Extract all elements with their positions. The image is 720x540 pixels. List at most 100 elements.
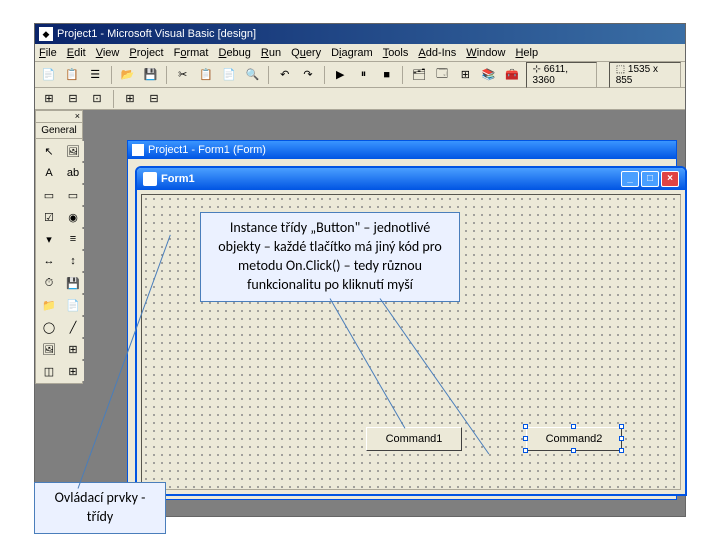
drivelistbox-tool[interactable]: 💾: [62, 273, 84, 293]
toolbox: × General ↖ 🖼 A ab ▭ ▭ ☑ ◉ ▾ ≡ ↔ ↕ ⏱ 💾 📁…: [35, 110, 83, 384]
separator: [166, 66, 167, 84]
menu-window[interactable]: Window: [466, 47, 505, 59]
new-project-button[interactable]: 📄: [39, 65, 58, 85]
mdi-area: × General ↖ 🖼 A ab ▭ ▭ ☑ ◉ ▾ ≡ ↔ ↕ ⏱ 💾 📁…: [35, 110, 685, 516]
optionbutton-tool[interactable]: ◉: [62, 207, 84, 227]
form-title: Form1: [161, 173, 195, 185]
pointer-tool[interactable]: ↖: [38, 141, 60, 161]
selection-handle[interactable]: [523, 448, 528, 453]
project-explorer-button[interactable]: 🗂: [409, 65, 428, 85]
tb2-btn2[interactable]: ⊟: [63, 89, 83, 109]
picturebox-tool[interactable]: 🖼: [62, 141, 84, 161]
cursor-pos: ⊹ 6611, 3360: [526, 62, 597, 88]
line-tool[interactable]: ╱: [62, 317, 84, 337]
listbox-tool[interactable]: ≡: [62, 229, 84, 249]
selection-handle[interactable]: [571, 424, 576, 429]
save-button[interactable]: 💾: [141, 65, 160, 85]
tb2-btn1[interactable]: ⊞: [39, 89, 59, 109]
menu-help[interactable]: Help: [515, 47, 538, 59]
separator: [324, 66, 325, 84]
cut-button[interactable]: ✂: [173, 65, 192, 85]
shape-tool[interactable]: ◯: [38, 317, 60, 337]
toolbox-button[interactable]: 🧰: [502, 65, 521, 85]
window-buttons: _ □ ×: [621, 171, 679, 187]
toolbar-status: ⊹ 6611, 3360 ⬚ 1535 x 855: [526, 62, 681, 88]
label-tool[interactable]: A: [38, 163, 60, 183]
pause-button[interactable]: ⏸: [354, 65, 373, 85]
run-button[interactable]: ▶: [331, 65, 350, 85]
menu-project[interactable]: Project: [129, 47, 163, 59]
form-designer-title: Project1 - Form1 (Form): [148, 144, 266, 156]
menubar: File Edit View Project Format Debug Run …: [35, 44, 685, 62]
menu-file[interactable]: File: [39, 47, 57, 59]
stop-button[interactable]: ■: [377, 65, 396, 85]
menu-run[interactable]: Run: [261, 47, 281, 59]
menu-debug[interactable]: Debug: [218, 47, 250, 59]
checkbox-tool[interactable]: ☑: [38, 207, 60, 227]
vscrollbar-tool[interactable]: ↕: [62, 251, 84, 271]
form-designer-titlebar[interactable]: Project1 - Form1 (Form): [128, 141, 676, 159]
selection-handle[interactable]: [523, 424, 528, 429]
toolbar: 📄 📋 ☰ 📂 💾 ✂ 📋 📄 🔍 ↶ ↷ ▶ ⏸ ■ 🗂 🗔 ⊞ 📚 🧰 ⊹ …: [35, 62, 685, 88]
selection-handle[interactable]: [619, 436, 624, 441]
frame-tool[interactable]: ▭: [38, 185, 60, 205]
menu-edit[interactable]: Edit: [67, 47, 86, 59]
menu-diagram[interactable]: Diagram: [331, 47, 373, 59]
form-size: ⬚ 1535 x 855: [609, 62, 681, 88]
tool-grid: ↖ 🖼 A ab ▭ ▭ ☑ ◉ ▾ ≡ ↔ ↕ ⏱ 💾 📁 📄 ◯ ╱ 🖼 ⊞: [36, 139, 82, 383]
redo-button[interactable]: ↷: [298, 65, 317, 85]
toolbar-secondary: ⊞ ⊟ ⊡ ⊞ ⊟: [35, 88, 685, 110]
toolbox-close-button[interactable]: ×: [36, 111, 82, 123]
properties-button[interactable]: 🗔: [433, 65, 452, 85]
form-layout-button[interactable]: ⊞: [456, 65, 475, 85]
separator: [113, 90, 114, 108]
menu-addins[interactable]: Add-Ins: [418, 47, 456, 59]
form-titlebar-icon: [143, 172, 157, 186]
app-title: Project1 - Microsoft Visual Basic [desig…: [57, 28, 256, 40]
command1-button[interactable]: Command1: [366, 427, 462, 451]
tb2-btn5[interactable]: ⊟: [144, 89, 164, 109]
timer-tool[interactable]: ⏱: [38, 273, 60, 293]
selection-handle[interactable]: [619, 424, 624, 429]
menu-tools[interactable]: Tools: [383, 47, 409, 59]
extra-tool[interactable]: ⊞: [62, 361, 84, 381]
menu-editor-button[interactable]: ☰: [86, 65, 105, 85]
selection-handle[interactable]: [619, 448, 624, 453]
form-titlebar[interactable]: Form1 _ □ ×: [137, 168, 685, 190]
textbox-tool[interactable]: ab: [62, 163, 84, 183]
combobox-tool[interactable]: ▾: [38, 229, 60, 249]
ole-tool[interactable]: ◫: [38, 361, 60, 381]
close-button[interactable]: ×: [661, 171, 679, 187]
app-icon: ◆: [39, 27, 53, 41]
tb2-btn3[interactable]: ⊡: [87, 89, 107, 109]
maximize-button[interactable]: □: [641, 171, 659, 187]
separator: [402, 66, 403, 84]
commandbutton-tool[interactable]: ▭: [62, 185, 84, 205]
image-tool[interactable]: 🖼: [38, 339, 60, 359]
menu-view[interactable]: View: [96, 47, 120, 59]
separator: [268, 66, 269, 84]
hscrollbar-tool[interactable]: ↔: [38, 251, 60, 271]
data-tool[interactable]: ⊞: [62, 339, 84, 359]
filelistbox-tool[interactable]: 📄: [62, 295, 84, 315]
form-icon: [132, 144, 144, 156]
undo-button[interactable]: ↶: [275, 65, 294, 85]
dirlistbox-tool[interactable]: 📁: [38, 295, 60, 315]
separator: [111, 66, 112, 84]
selection-handle[interactable]: [571, 448, 576, 453]
open-button[interactable]: 📂: [118, 65, 137, 85]
titlebar: ◆ Project1 - Microsoft Visual Basic [des…: [35, 24, 685, 44]
paste-button[interactable]: 📄: [220, 65, 239, 85]
minimize-button[interactable]: _: [621, 171, 639, 187]
callout-instance: Instance třídy „Button" – jednotlivé obj…: [200, 212, 460, 302]
callout-controls: Ovládací prvky - třídy: [34, 482, 166, 534]
find-button[interactable]: 🔍: [243, 65, 262, 85]
toolbox-tab-general[interactable]: General: [36, 123, 82, 139]
menu-query[interactable]: Query: [291, 47, 321, 59]
menu-format[interactable]: Format: [174, 47, 209, 59]
copy-button[interactable]: 📋: [196, 65, 215, 85]
selection-handle[interactable]: [523, 436, 528, 441]
add-form-button[interactable]: 📋: [62, 65, 81, 85]
object-browser-button[interactable]: 📚: [479, 65, 498, 85]
tb2-btn4[interactable]: ⊞: [120, 89, 140, 109]
